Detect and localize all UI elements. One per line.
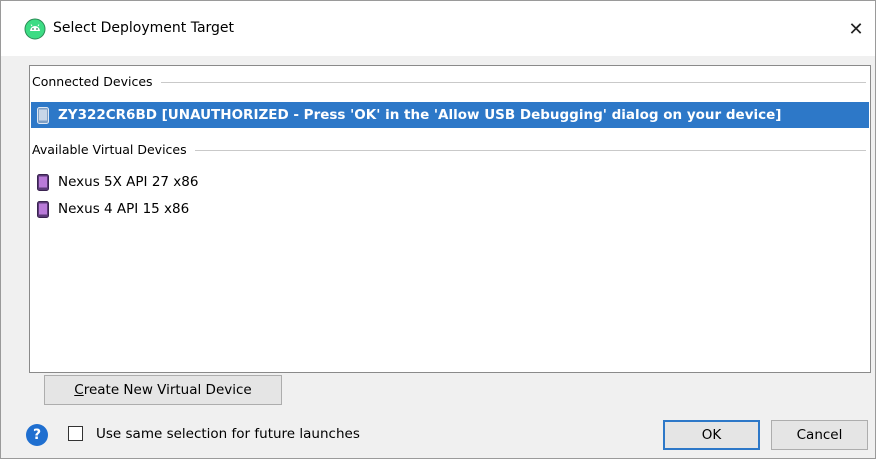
group-divider — [160, 81, 866, 83]
mnemonic-letter: C — [74, 382, 84, 398]
ok-button[interactable]: OK — [663, 420, 760, 450]
title-bar: Select Deployment Target ✕ — [1, 1, 875, 56]
close-button[interactable]: ✕ — [837, 11, 875, 47]
close-icon: ✕ — [848, 18, 864, 40]
help-icon[interactable]: ? — [26, 424, 48, 446]
group-header-label: Available Virtual Devices — [32, 142, 187, 157]
physical-device-icon — [37, 106, 49, 124]
button-label: OK — [701, 427, 722, 443]
group-header-connected-devices: Connected Devices — [32, 74, 866, 89]
dialog-title: Select Deployment Target — [53, 20, 235, 36]
list-item-device-zy322cr6bd[interactable]: ZY322CR6BD [UNAUTHORIZED - Press 'OK' in… — [31, 102, 869, 128]
help-glyph: ? — [32, 427, 42, 443]
virtual-device-icon — [37, 173, 49, 191]
group-divider — [194, 149, 866, 151]
group-header-available-virtual-devices: Available Virtual Devices — [32, 142, 866, 157]
device-label: Nexus 4 API 15 x86 — [58, 201, 190, 217]
select-deployment-target-dialog: Select Deployment Target ✕ Connected Dev… — [0, 0, 876, 459]
button-label: Cancel — [796, 427, 843, 443]
android-studio-icon — [24, 18, 46, 40]
virtual-device-icon — [37, 200, 49, 218]
create-new-virtual-device-button[interactable]: Create New Virtual Device — [44, 375, 282, 405]
button-label: reate New Virtual Device — [83, 382, 252, 398]
device-label: Nexus 5X API 27 x86 — [58, 174, 199, 190]
list-item-nexus-4-api-15[interactable]: Nexus 4 API 15 x86 — [31, 196, 869, 222]
cancel-button[interactable]: Cancel — [771, 420, 868, 450]
same-selection-label[interactable]: Use same selection for future launches — [96, 426, 360, 442]
same-selection-checkbox[interactable] — [68, 426, 83, 441]
device-label: ZY322CR6BD [UNAUTHORIZED - Press 'OK' in… — [58, 107, 782, 123]
list-item-nexus-5x-api-27[interactable]: Nexus 5X API 27 x86 — [31, 169, 869, 195]
device-list[interactable]: Connected Devices ZY322CR6BD [UNAUTHORIZ… — [29, 65, 871, 373]
group-header-label: Connected Devices — [32, 74, 153, 89]
